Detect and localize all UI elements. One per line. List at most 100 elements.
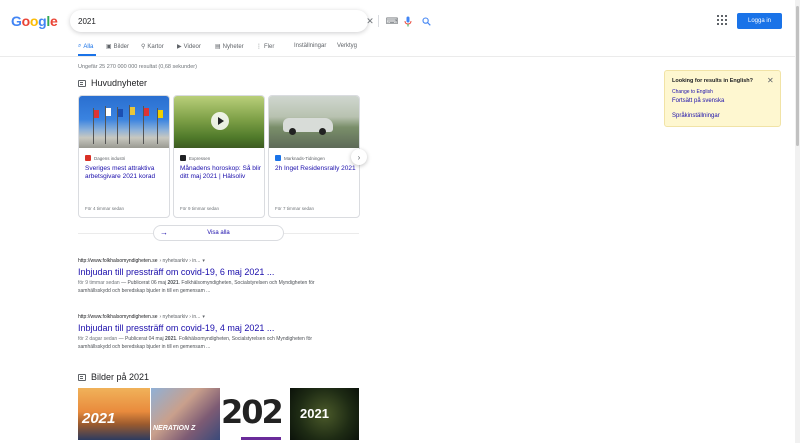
search-divider [378, 15, 379, 27]
result-domain: http://www.folkhalsomyndigheten.se [78, 314, 158, 320]
play-icon[interactable] [211, 112, 229, 130]
keyboard-icon[interactable]: ⌨ [385, 13, 399, 29]
tab-label: Fler [264, 43, 275, 50]
snippet-highlight: 2021 [167, 280, 179, 286]
thumbnail-text: NERATION Z [153, 425, 196, 432]
source-name: Expressen [189, 155, 211, 161]
snippet-text: — Publicerat 06 maj [119, 280, 168, 286]
more-icon: ⋮ [256, 44, 262, 50]
news-source: Marknads-Tidningen [275, 155, 325, 161]
tab-videos[interactable]: ▶ Videor [177, 43, 201, 51]
image-icon [78, 373, 86, 381]
search-box: ✕ ⌨ [70, 10, 431, 32]
top-stories-heading: Huvudnyheter [78, 78, 147, 88]
news-icon [78, 79, 86, 87]
tab-settings[interactable]: Inställningar [294, 43, 326, 49]
news-time: För 4 timmar sedan [85, 206, 125, 211]
section-title: Huvudnyheter [91, 78, 148, 88]
tab-all[interactable]: ⌕ Alla [78, 43, 93, 50]
news-title[interactable]: 2h Inget Residensrally 2021 [275, 165, 357, 173]
search-input[interactable] [78, 14, 278, 28]
arrow-right-icon: → [160, 228, 168, 237]
news-title[interactable]: Månadens horoskop: Så blir ditt maj 2021… [180, 165, 262, 181]
tab-label: Inställningar [294, 43, 327, 49]
decorative-bar [241, 437, 281, 440]
result-snippet: för 9 timmar sedan — Publicerat 06 maj 2… [78, 279, 328, 295]
tab-label: Verktyg [337, 43, 358, 49]
search-icon: ⌕ [78, 43, 82, 49]
result-url[interactable]: http://www.folkhalsomyndigheten.se › nyh… [78, 314, 368, 320]
tab-more[interactable]: ⋮ Fler [256, 43, 275, 51]
more-options-icon[interactable]: ▾ [202, 258, 205, 264]
images-heading: Bilder på 2021 [78, 372, 149, 382]
result-date: för 2 dagar sedan [78, 336, 118, 342]
show-all-button[interactable]: → Visa alla [153, 225, 284, 241]
tab-tools[interactable]: Verktyg [337, 43, 357, 49]
tab-label: Bilder [113, 43, 130, 50]
play-icon: ▶ [177, 44, 182, 50]
map-pin-icon: ⚲ [141, 44, 146, 50]
news-source: Expressen [180, 155, 210, 161]
source-favicon [275, 155, 281, 161]
divider [284, 233, 359, 234]
microphone-icon[interactable] [401, 13, 415, 29]
news-time: För 7 timmar sedan [275, 206, 315, 211]
section-title: Bilder på 2021 [91, 372, 150, 382]
clear-icon[interactable]: ✕ [363, 13, 377, 29]
tab-news[interactable]: ▤ Nyheter [215, 43, 244, 51]
thumbnail-text: 202 [221, 393, 284, 431]
result-breadcrumb: › nyhetsarkiv › in... [159, 258, 201, 264]
google-logo[interactable]: Google [11, 13, 58, 29]
language-settings-link[interactable]: Språkinställningar [672, 113, 720, 119]
search-result: http://www.folkhalsomyndigheten.se › nyh… [78, 314, 368, 351]
scrollbar-thumb[interactable] [796, 6, 799, 146]
result-stats: Ungefär 25 270 000 000 resultat (0,68 se… [78, 64, 197, 70]
search-result: http://www.folkhalsomyndigheten.se › nyh… [78, 258, 368, 295]
tab-label: Alla [83, 43, 94, 50]
language-prompt: Looking for results in English? ✕ Change… [664, 70, 781, 127]
news-card[interactable]: Dagens industri Sveriges mest attraktiva… [78, 95, 170, 218]
result-title[interactable]: Inbjudan till pressträff om covid-19, 6 … [78, 267, 368, 277]
news-card[interactable]: Marknads-Tidningen 2h Inget Residensrall… [268, 95, 360, 218]
result-date: för 9 timmar sedan [78, 280, 120, 286]
thumbnail-text: 2021 [82, 410, 116, 427]
search-tabs: ⌕ Alla ▣ Bilder ⚲ Kartor ▶ Videor ▤ Nyheter ⋮… [0, 38, 795, 57]
news-title[interactable]: Sveriges mest attraktiva arbetsgivare 20… [85, 165, 167, 181]
divider [78, 233, 153, 234]
result-snippet: för 2 dagar sedan — Publicerat 04 maj 20… [78, 335, 328, 351]
snippet-highlight: 2021 [165, 336, 177, 342]
news-time: För 9 timmar sedan [180, 206, 220, 211]
more-options-icon[interactable]: ▾ [202, 314, 205, 320]
source-name: Dagens industri [94, 155, 126, 161]
tab-images[interactable]: ▣ Bilder [106, 43, 130, 51]
news-image [174, 96, 264, 148]
image-thumbnail[interactable]: 202 [221, 388, 289, 440]
thumbnail-text: 2021 [300, 406, 329, 421]
login-button[interactable]: Logga in [737, 13, 782, 29]
keep-swedish-link[interactable]: Fortsätt på svenska [672, 98, 724, 104]
tab-maps[interactable]: ⚲ Kartor [141, 43, 164, 51]
source-favicon [180, 155, 186, 161]
news-image [269, 96, 359, 148]
image-thumbnail[interactable]: 2021 [290, 388, 359, 440]
chevron-right-icon[interactable]: › [351, 149, 367, 165]
search-icon[interactable] [419, 13, 433, 29]
scrollbar[interactable] [795, 0, 800, 443]
image-thumbnail[interactable]: NERATION Z [151, 388, 220, 440]
news-card[interactable]: Expressen Månadens horoskop: Så blir dit… [173, 95, 265, 218]
result-breadcrumb: › nyhetsarkiv › in... [159, 314, 201, 320]
news-icon: ▤ [215, 44, 221, 50]
image-thumbnail[interactable]: 2021 [78, 388, 150, 440]
language-question: Looking for results in English? [672, 78, 753, 84]
image-icon: ▣ [106, 44, 112, 50]
result-url[interactable]: http://www.folkhalsomyndigheten.se › nyh… [78, 258, 368, 264]
tab-label: Videor [183, 43, 201, 50]
close-icon[interactable]: ✕ [767, 76, 774, 85]
apps-grid-icon[interactable] [717, 15, 727, 25]
tab-label: Kartor [147, 43, 164, 50]
source-favicon [85, 155, 91, 161]
result-title[interactable]: Inbjudan till pressträff om covid-19, 4 … [78, 323, 368, 333]
snippet-text: — Publicerat 04 maj [117, 336, 166, 342]
show-all-label: Visa alla [207, 230, 230, 236]
change-to-english-link[interactable]: Change to English [672, 89, 713, 95]
